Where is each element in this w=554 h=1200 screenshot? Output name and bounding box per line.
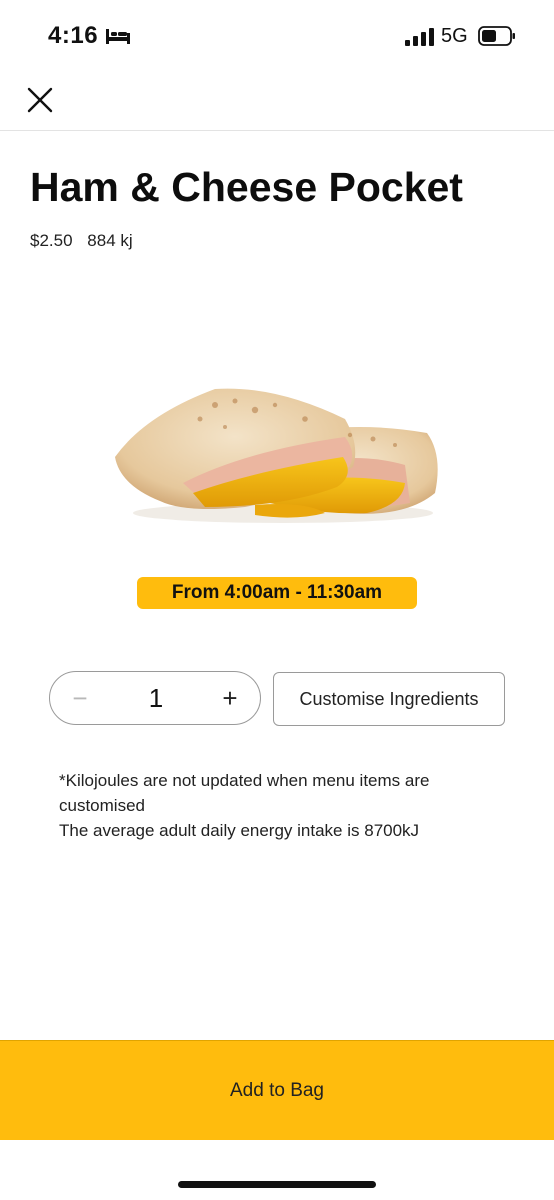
close-icon: [27, 87, 53, 113]
decrement-button[interactable]: −: [54, 672, 106, 724]
status-time: 4:16: [48, 22, 99, 49]
quantity-value: 1: [148, 682, 164, 713]
product-energy: 884 kj: [87, 231, 133, 250]
availability-badge: From 4:00am - 11:30am: [137, 577, 417, 609]
disclaimer: *Kilojoules are not updated when menu it…: [59, 768, 509, 843]
product-meta: $2.50 884 kj: [30, 231, 133, 251]
home-indicator[interactable]: [178, 1181, 376, 1188]
bed-icon: [106, 29, 130, 44]
quantity-stepper: − 1 +: [49, 671, 261, 725]
increment-button[interactable]: +: [204, 672, 256, 724]
close-button[interactable]: [22, 82, 58, 118]
network-label: 5G: [441, 25, 468, 47]
product-image: [115, 388, 438, 523]
disclaimer-daily-intake: The average adult daily energy intake is…: [59, 821, 420, 840]
product-price: $2.50: [30, 231, 73, 250]
status-bar: 4:16 5G: [0, 0, 554, 70]
signal-icon: [405, 28, 434, 46]
disclaimer-kilojoules: *Kilojoules are not updated when menu it…: [59, 771, 430, 815]
product-title: Ham & Cheese Pocket: [30, 164, 463, 210]
customise-ingredients-button[interactable]: Customise Ingredients: [273, 672, 505, 726]
nav-bar: [0, 70, 554, 131]
add-to-bag-button[interactable]: Add to Bag: [0, 1040, 554, 1140]
battery-icon: [478, 26, 515, 46]
